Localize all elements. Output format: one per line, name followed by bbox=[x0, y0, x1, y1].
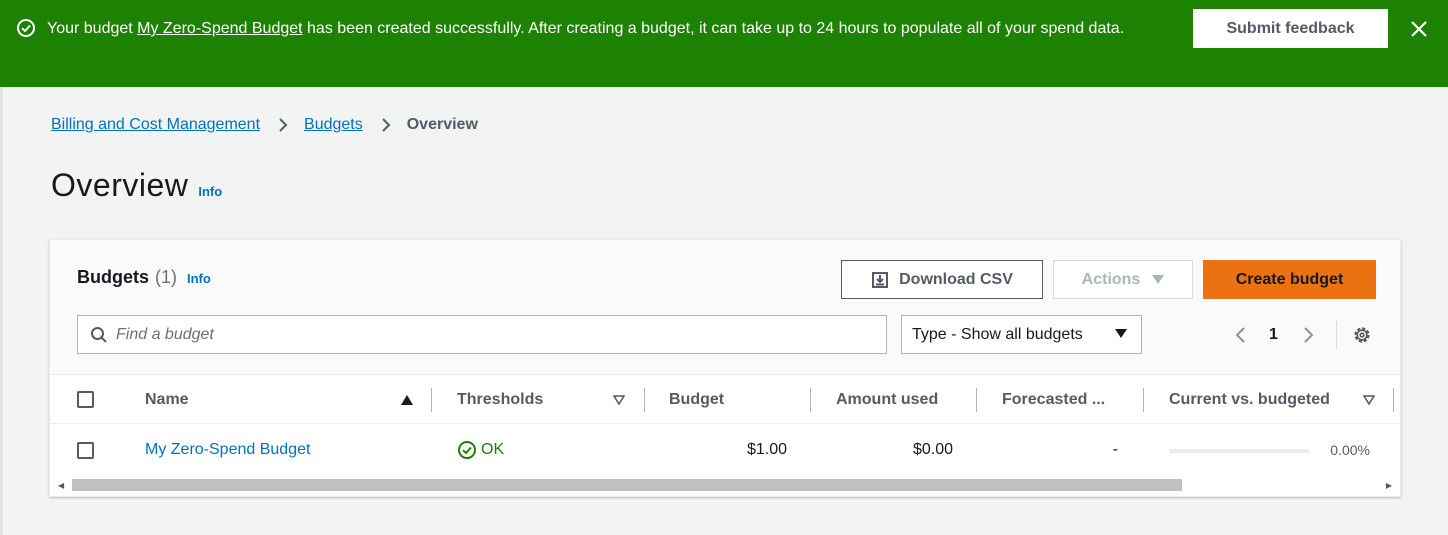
column-header-forecasted[interactable]: Forecasted ... bbox=[1002, 376, 1105, 424]
pagination: 1 bbox=[1233, 321, 1372, 349]
threshold-status-label: OK bbox=[481, 441, 505, 458]
success-flash-banner: Your budget My Zero-Spend Budget has bee… bbox=[0, 0, 1448, 87]
select-all-checkbox[interactable] bbox=[77, 391, 94, 408]
flash-message-prefix: Your budget bbox=[47, 20, 138, 37]
column-header-budget[interactable]: Budget bbox=[669, 376, 724, 424]
page-header: Overview Info bbox=[51, 167, 222, 207]
type-filter-select[interactable]: Type - Show all budgets bbox=[901, 315, 1142, 354]
budgets-heading: Budgets (1) Info bbox=[77, 267, 211, 288]
chevron-right-icon[interactable] bbox=[1300, 325, 1316, 345]
budgets-table-container: Budgets (1) Info Download CSV Actions Cr… bbox=[49, 239, 1401, 497]
caret-down-icon bbox=[1115, 329, 1127, 338]
chevron-right-icon bbox=[279, 118, 288, 132]
threshold-status: OK bbox=[457, 425, 504, 475]
pager-divider bbox=[1335, 321, 1337, 349]
chevron-left-icon[interactable] bbox=[1233, 325, 1249, 345]
column-separator bbox=[1143, 388, 1144, 412]
table-row: My Zero-Spend Budget OK $1.00 $0.00 - 0.… bbox=[50, 425, 1400, 475]
layout-divider bbox=[0, 87, 3, 535]
column-thresholds-label: Thresholds bbox=[457, 391, 544, 408]
search-input[interactable] bbox=[116, 325, 856, 344]
breadcrumb-overview: Overview bbox=[406, 116, 478, 133]
sort-icon[interactable] bbox=[1363, 395, 1375, 405]
column-header-current-vs-budgeted[interactable]: Current vs. budgeted bbox=[1169, 376, 1330, 424]
search-icon bbox=[91, 326, 107, 343]
download-icon bbox=[872, 271, 889, 288]
budget-amount: $1.00 bbox=[746, 441, 787, 458]
column-separator bbox=[1393, 388, 1394, 412]
budget-progress-bar bbox=[1169, 449, 1309, 453]
create-budget-button[interactable]: Create budget bbox=[1203, 260, 1376, 299]
horizontal-scrollbar[interactable]: ◀ ▶ bbox=[50, 477, 1400, 493]
sort-ascending-icon[interactable] bbox=[400, 394, 414, 406]
budgets-info-link[interactable]: Info bbox=[187, 271, 211, 286]
column-separator bbox=[810, 388, 811, 412]
actions-dropdown-button[interactable]: Actions bbox=[1053, 260, 1193, 299]
budgets-count: (1) bbox=[155, 267, 177, 287]
amount-used: $0.00 bbox=[912, 441, 953, 458]
column-current-vs-budgeted-label: Current vs. budgeted bbox=[1169, 391, 1330, 408]
column-header-name[interactable]: Name bbox=[145, 376, 415, 424]
column-separator bbox=[431, 388, 432, 412]
column-separator bbox=[644, 388, 645, 412]
page-title: Overview bbox=[51, 167, 189, 203]
threshold-ok-badge: OK bbox=[457, 440, 504, 460]
budget-search-field[interactable] bbox=[77, 315, 887, 354]
gear-icon[interactable] bbox=[1352, 325, 1372, 345]
budgets-title: Budgets bbox=[77, 267, 149, 287]
caret-down-icon bbox=[1152, 274, 1165, 284]
flash-message: Your budget My Zero-Spend Budget has bee… bbox=[47, 17, 1167, 41]
column-header-amount-used[interactable]: Amount used bbox=[836, 376, 938, 424]
breadcrumb: Billing and Cost Management Budgets Over… bbox=[51, 114, 478, 136]
chevron-right-icon bbox=[382, 118, 391, 132]
forecasted-amount: - bbox=[1112, 441, 1118, 458]
column-amount-used-label: Amount used bbox=[836, 391, 939, 408]
type-filter-value: Type - Show all budgets bbox=[912, 325, 1083, 343]
column-name-label: Name bbox=[145, 391, 189, 408]
download-csv-label: Download CSV bbox=[899, 270, 1013, 288]
budget-name-link[interactable]: My Zero-Spend Budget bbox=[145, 425, 310, 475]
check-circle-icon bbox=[17, 19, 35, 37]
budgets-table-header: Budgets (1) Info Download CSV Actions Cr… bbox=[50, 240, 1400, 375]
column-header-thresholds[interactable]: Thresholds bbox=[457, 376, 543, 424]
flash-budget-link[interactable]: My Zero-Spend Budget bbox=[137, 20, 302, 37]
scroll-left-arrow-icon[interactable]: ◀ bbox=[58, 481, 64, 490]
close-icon[interactable] bbox=[1407, 17, 1431, 41]
actions-label: Actions bbox=[1081, 270, 1141, 288]
sort-icon[interactable] bbox=[613, 395, 625, 405]
flash-message-suffix: has been created successfully. After cre… bbox=[302, 20, 1125, 37]
download-csv-button[interactable]: Download CSV bbox=[841, 260, 1043, 299]
submit-feedback-button[interactable]: Submit feedback bbox=[1193, 9, 1388, 48]
breadcrumb-budgets[interactable]: Budgets bbox=[304, 116, 363, 134]
table-header-row: Name Thresholds Budget Amount used Forec… bbox=[50, 376, 1400, 424]
scroll-right-arrow-icon[interactable]: ▶ bbox=[1386, 481, 1392, 490]
page-number[interactable]: 1 bbox=[1269, 326, 1278, 344]
column-forecasted-label: Forecasted ... bbox=[1002, 391, 1106, 408]
breadcrumb-billing[interactable]: Billing and Cost Management bbox=[51, 116, 260, 134]
page-info-link[interactable]: Info bbox=[198, 184, 222, 199]
column-budget-label: Budget bbox=[669, 391, 725, 408]
check-circle-icon bbox=[458, 441, 476, 459]
row-checkbox[interactable] bbox=[77, 442, 94, 459]
current-vs-budgeted-percent: 0.00% bbox=[1330, 442, 1370, 458]
column-separator bbox=[976, 388, 977, 412]
scrollbar-thumb[interactable] bbox=[72, 479, 1182, 491]
